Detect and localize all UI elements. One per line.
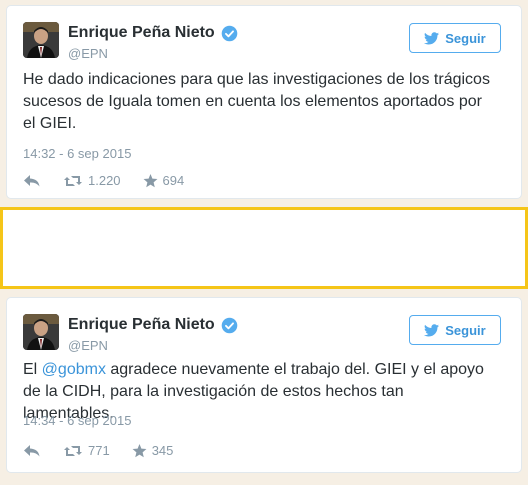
follow-button[interactable]: Seguir bbox=[409, 23, 501, 53]
timestamp[interactable]: 14:34 - 6 sep 2015 bbox=[23, 413, 131, 428]
tweet-card: Enrique Peña Nieto @EPN Seguir He dado i… bbox=[6, 5, 522, 199]
avatar[interactable] bbox=[23, 314, 59, 350]
verified-badge-icon bbox=[221, 317, 238, 334]
verified-badge-icon bbox=[221, 25, 238, 42]
like-button[interactable]: 345 bbox=[132, 443, 174, 458]
handle[interactable]: @EPN bbox=[68, 46, 108, 61]
follow-label: Seguir bbox=[445, 322, 486, 338]
star-icon bbox=[143, 173, 157, 187]
like-button[interactable]: 694 bbox=[143, 173, 185, 188]
tweet-actions: 1.220 694 bbox=[23, 173, 206, 188]
timestamp[interactable]: 14:32 - 6 sep 2015 bbox=[23, 146, 131, 161]
retweet-count: 771 bbox=[88, 443, 110, 458]
mention-link[interactable]: @gobmx bbox=[42, 361, 106, 378]
reply-icon bbox=[24, 444, 40, 456]
reply-button[interactable] bbox=[23, 444, 41, 458]
display-name[interactable]: Enrique Peña Nieto bbox=[68, 24, 215, 42]
name-row: Enrique Peña Nieto bbox=[68, 316, 238, 334]
reply-button[interactable] bbox=[23, 174, 41, 188]
twitter-bird-icon bbox=[424, 31, 440, 44]
follow-button[interactable]: Seguir bbox=[409, 315, 501, 345]
like-count: 694 bbox=[162, 173, 185, 188]
follow-label: Seguir bbox=[445, 30, 486, 46]
retweet-icon bbox=[64, 445, 82, 456]
twitter-bird-icon bbox=[424, 323, 440, 336]
tweet-card: Enrique Peña Nieto @EPN Seguir El @gobmx… bbox=[6, 297, 522, 473]
retweet-button[interactable]: 771 bbox=[63, 443, 110, 458]
retweet-button[interactable]: 1.220 bbox=[63, 173, 121, 188]
display-name[interactable]: Enrique Peña Nieto bbox=[68, 316, 215, 334]
tweet-actions: 771 345 bbox=[23, 443, 195, 458]
tweet-text-start: El bbox=[23, 361, 42, 378]
like-count: 345 bbox=[151, 443, 174, 458]
avatar[interactable] bbox=[23, 22, 59, 58]
retweet-icon bbox=[64, 175, 82, 186]
handle[interactable]: @EPN bbox=[68, 338, 108, 353]
reply-icon bbox=[24, 174, 40, 186]
highlight-box bbox=[0, 207, 528, 289]
name-row: Enrique Peña Nieto bbox=[68, 24, 238, 42]
star-icon bbox=[132, 443, 147, 457]
retweet-count: 1.220 bbox=[88, 173, 121, 188]
tweet-text: He dado indicaciones para que las invest… bbox=[23, 71, 490, 132]
